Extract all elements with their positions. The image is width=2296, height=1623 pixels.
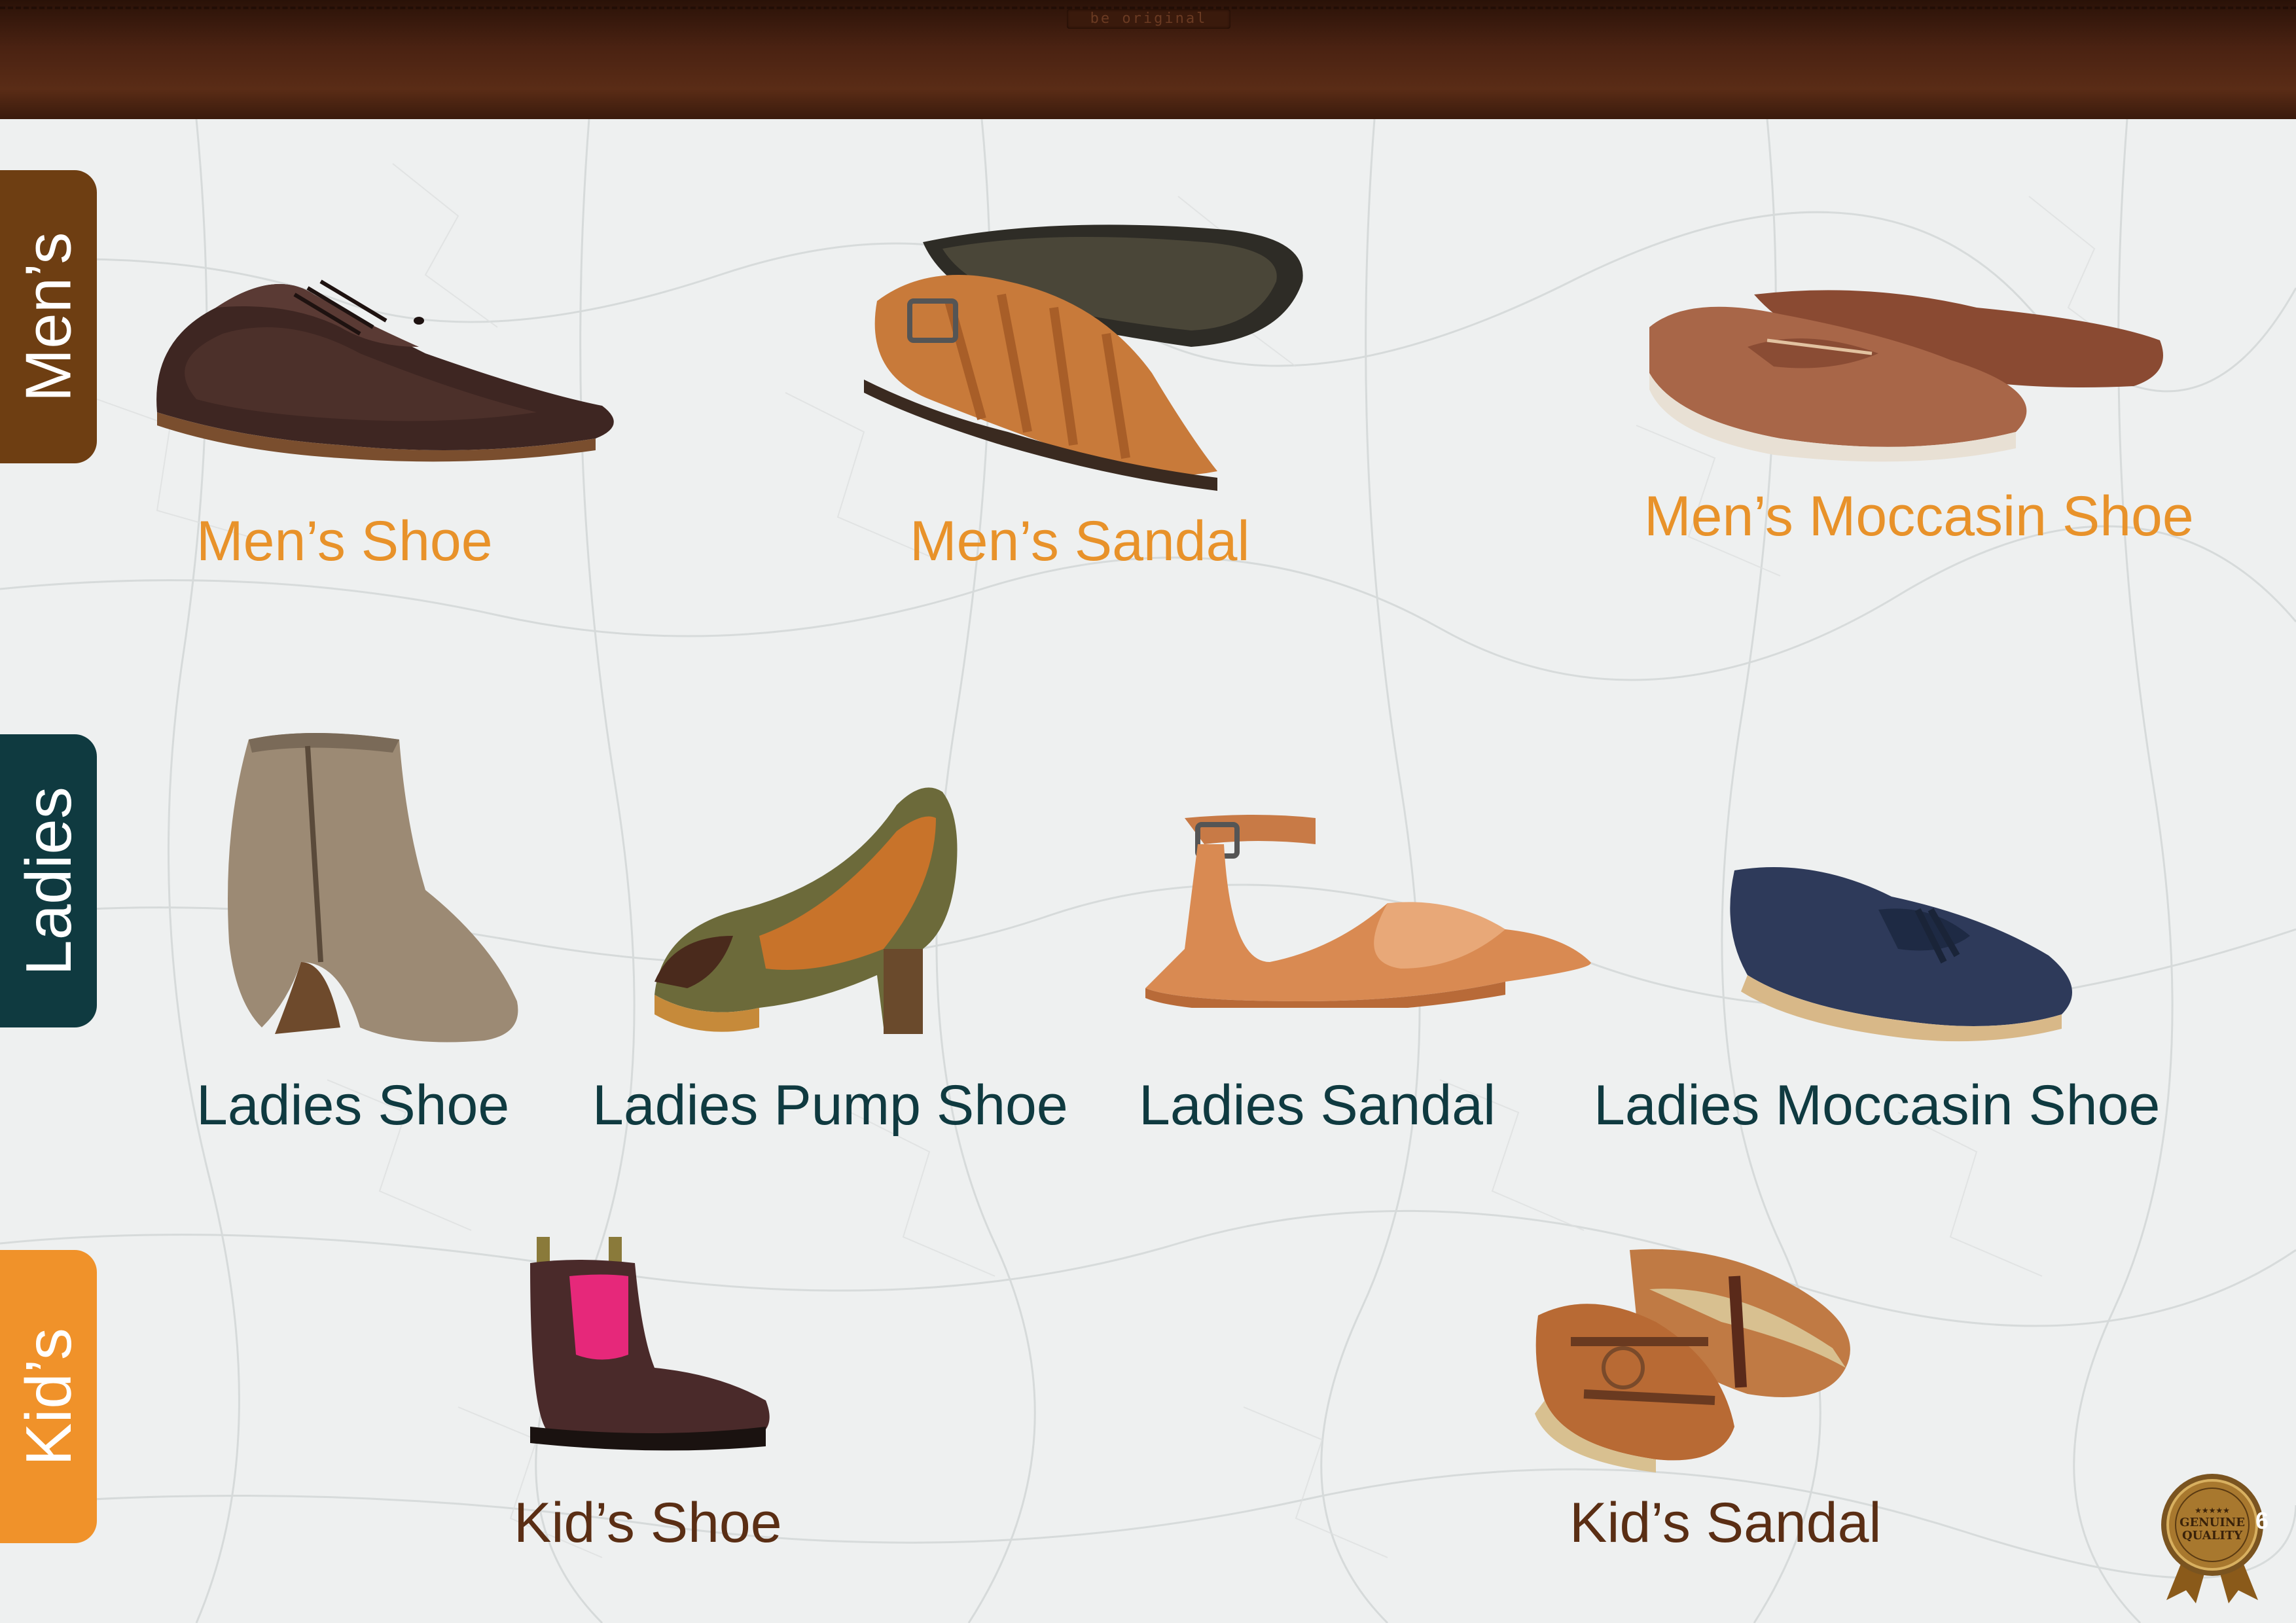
mens-shoe-image — [156, 279, 614, 462]
badge-stars: ★★★★★ — [2195, 1506, 2230, 1515]
label-mens-shoe: Men’s Shoe — [196, 510, 493, 573]
tab-kids[interactable]: Kid’s — [0, 1250, 97, 1543]
kids-sandal-image — [1535, 1249, 1850, 1472]
label-ladies-shoe: Ladies Shoe — [196, 1074, 510, 1137]
ladies-moccasin-image — [1730, 867, 2072, 1042]
ladies-pump-image — [655, 787, 958, 1034]
mens-moccasin-image — [1649, 290, 2163, 462]
tab-mens[interactable]: Men’s — [0, 170, 97, 463]
tab-mens-label: Men’s — [12, 232, 84, 402]
tab-ladies-label: Ladies — [12, 786, 84, 976]
tab-kids-label: Kid’s — [12, 1327, 84, 1466]
label-kids-shoe: Kid’s Shoe — [514, 1491, 782, 1554]
header-leather-bar: be original — [0, 0, 2296, 119]
label-ladies-moccasin: Ladies Moccasin Shoe — [1594, 1074, 2161, 1137]
label-mens-moccasin: Men’s Moccasin Shoe — [1644, 485, 2194, 548]
badge-line2: QUALITY — [2182, 1529, 2243, 1543]
label-ladies-sandal: Ladies Sandal — [1139, 1074, 1496, 1137]
badge-line1: GENUINE — [2179, 1516, 2245, 1529]
kids-shoe-image — [530, 1237, 770, 1451]
header-slogan: be original — [1067, 9, 1230, 29]
catalog-page: be original Men’s Ladies Kid’s Men’s Sho… — [0, 0, 2296, 1623]
label-mens-sandal: Men’s Sandal — [910, 510, 1250, 573]
tab-ladies[interactable]: Ladies — [0, 734, 97, 1027]
ladies-shoe-image — [228, 733, 518, 1043]
ladies-sandal-image — [1145, 815, 1591, 1008]
label-ladies-pump: Ladies Pump Shoe — [592, 1074, 1068, 1137]
page-number: 6 — [2255, 1507, 2269, 1534]
mens-sandal-image — [864, 224, 1303, 491]
label-kids-sandal: Kid’s Sandal — [1570, 1491, 1882, 1554]
genuine-quality-badge-icon: ★★★★★ GENUINE QUALITY — [2161, 1474, 2263, 1603]
